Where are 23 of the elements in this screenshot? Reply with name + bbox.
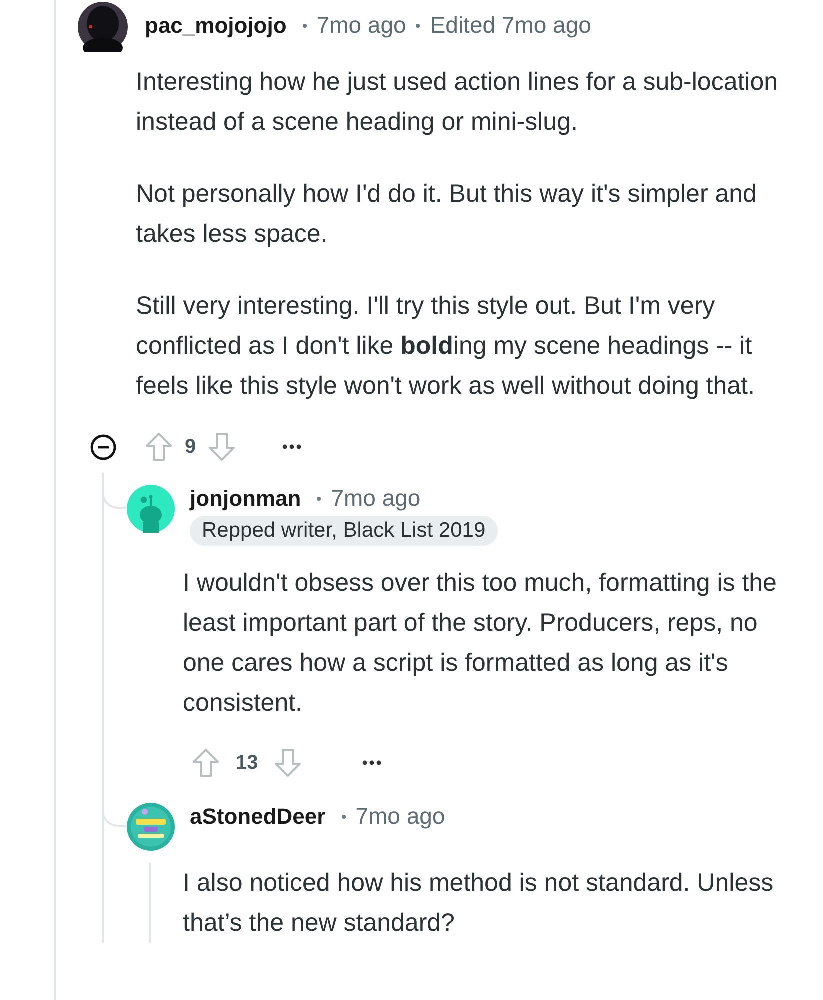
comment-text: Still very interesting. I'll try this style out. But I'm very conflicted as I don't like bolding my scene headings -- it feels like this style won't work as well without doing that. — [136, 291, 756, 402]
username[interactable]: jonjonman — [190, 486, 302, 512]
separator-dot — [342, 814, 346, 818]
separator-dot — [317, 496, 322, 500]
timestamp: 7mo ago — [356, 803, 446, 830]
vote-count: 9 — [185, 436, 196, 458]
vote-count: 13 — [236, 752, 258, 774]
username[interactable]: aStonedDeer — [190, 804, 326, 830]
comment-text: Interesting how he just used action lines for a sub-location instead of a scene heading or mini-slug. — [136, 67, 780, 138]
timestamp: Edited 7mo ago — [430, 12, 592, 39]
avatar-icon[interactable] — [78, 2, 128, 52]
timestamp: 7mo ago — [331, 485, 421, 512]
separator-dot — [416, 24, 420, 28]
more-options-icon[interactable] — [362, 760, 382, 766]
username[interactable]: pac_mojojojo — [145, 13, 287, 39]
user-flair: Repped writer, Black List 2019 — [190, 516, 498, 546]
comment-text: I also noticed how his method is not standard. Unless that’s the new standard? — [183, 868, 775, 939]
comment-text: I wouldn't obsess over this too much, formatting is the least important part of the story. Producers, reps, no one cares how a script is formatted as long as it's consistent. — [183, 568, 778, 719]
separator-dot — [302, 24, 307, 28]
more-options-icon[interactable] — [282, 444, 302, 450]
collapse-button[interactable] — [90, 434, 117, 460]
comment-text: Not personally how I'd do it. But this way it's simpler and takes less space. — [136, 179, 758, 250]
timestamp: 7mo ago — [316, 12, 406, 39]
